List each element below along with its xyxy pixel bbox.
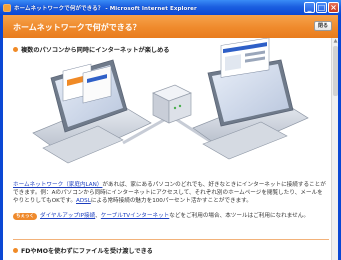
content-area: 複数のパソコンから同時にインターネットが楽しめる ホームネットワーク（家庭内LA… xyxy=(3,38,331,260)
section-divider xyxy=(13,239,329,240)
close-window-button[interactable]: × xyxy=(328,2,339,13)
window-title: ホームネットワークで何ができる？ - Microsoft Internet Ex… xyxy=(14,5,197,12)
window-titlebar: ホームネットワークで何ができる？ - Microsoft Internet Ex… xyxy=(0,0,341,15)
minimize-button[interactable]: _ xyxy=(304,2,315,13)
paragraph-text-2: による常時接続の魅力を100パーセント活かすことができます。 xyxy=(90,198,252,204)
ie-app-icon xyxy=(3,3,11,12)
cable-tv-link[interactable]: ケーブルTVインターネット xyxy=(101,213,169,219)
window-controls: _ □ × xyxy=(304,2,339,13)
orange-bullet-icon xyxy=(13,248,18,253)
scroll-up-arrow-icon[interactable]: ▲ xyxy=(332,38,339,44)
note-text: などをご利用の場合、本ツールはご利用になれません。 xyxy=(169,213,309,219)
left-computer-icon xyxy=(32,59,152,164)
home-network-link[interactable]: ホームネットワーク（家庭内LAN） xyxy=(13,182,102,188)
maximize-button[interactable]: □ xyxy=(316,2,327,13)
page-header: ホームネットワークで何ができる？ 閉る xyxy=(3,15,338,38)
section-heading-files: FDやMOを使わずにファイルを受け渡しできる xyxy=(13,246,153,255)
check-badge: ちぇっく xyxy=(13,212,37,220)
page-title: ホームネットワークで何ができる？ xyxy=(13,23,141,32)
close-page-button[interactable]: 閉る xyxy=(314,21,332,31)
dialup-link[interactable]: ダイヤルアップIP接続 xyxy=(40,213,95,219)
router-icon xyxy=(152,84,192,124)
adsl-link[interactable]: ADSL xyxy=(76,198,91,204)
section-title: FDやMOを使わずにファイルを受け渡しできる xyxy=(21,248,153,255)
vertical-scrollbar[interactable]: ▲ xyxy=(331,38,338,260)
description-paragraph: ホームネットワーク（家庭内LAN）があれば、家にあるパソコンのどれでも、好きなと… xyxy=(13,181,327,205)
scroll-thumb[interactable] xyxy=(333,46,338,96)
network-illustration xyxy=(32,38,309,164)
check-note: ちぇっく ダイヤルアップIP接続、ケーブルTVインターネットなどをご利用の場合、… xyxy=(13,212,329,220)
